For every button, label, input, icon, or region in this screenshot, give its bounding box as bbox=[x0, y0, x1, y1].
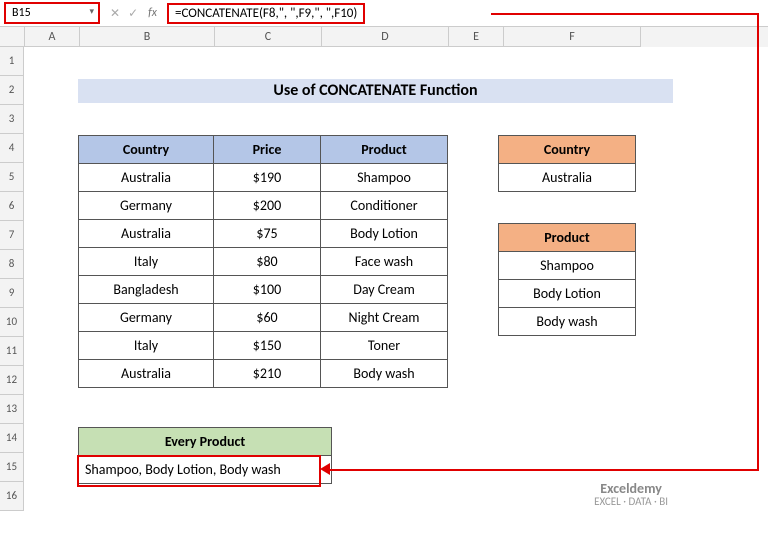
callout-arrow bbox=[491, 13, 759, 15]
row-header[interactable]: 4 bbox=[0, 134, 24, 163]
country-lookup-table: Country Australia bbox=[498, 135, 636, 192]
cancel-icon[interactable]: ✕ bbox=[110, 6, 120, 21]
column-headers: A B C D E F bbox=[0, 27, 768, 47]
row-header[interactable]: 1 bbox=[0, 47, 24, 76]
row-header[interactable]: 9 bbox=[0, 279, 24, 308]
cell[interactable]: Body wash bbox=[321, 360, 448, 388]
row-header[interactable]: 13 bbox=[0, 395, 24, 424]
main-header-country: Country bbox=[79, 136, 214, 164]
cell[interactable]: Toner bbox=[321, 332, 448, 360]
cell[interactable]: Australia bbox=[79, 164, 214, 192]
formula-input[interactable]: =CONCATENATE(F8,", ",F9,", ",F10) bbox=[167, 3, 365, 24]
col-header-e[interactable]: E bbox=[449, 27, 504, 47]
row-header[interactable]: 15 bbox=[0, 453, 24, 482]
product-value[interactable]: Body wash bbox=[499, 308, 636, 336]
main-header-price: Price bbox=[214, 136, 321, 164]
cell[interactable]: Shampoo bbox=[321, 164, 448, 192]
cell[interactable]: Germany bbox=[79, 192, 214, 220]
cell[interactable]: $190 bbox=[214, 164, 321, 192]
row-header[interactable]: 3 bbox=[0, 105, 24, 134]
table-row[interactable]: Australia$190Shampoo bbox=[79, 164, 448, 192]
cell[interactable]: Conditioner bbox=[321, 192, 448, 220]
product-value[interactable]: Shampoo bbox=[499, 252, 636, 280]
row-header[interactable]: 5 bbox=[0, 163, 24, 192]
result-highlight bbox=[77, 455, 321, 487]
result-header: Every Product bbox=[79, 428, 332, 456]
cell[interactable]: Australia bbox=[79, 220, 214, 248]
table-row[interactable]: Bangladesh$100Day Cream bbox=[79, 276, 448, 304]
row-header[interactable]: 7 bbox=[0, 221, 24, 250]
confirm-icon[interactable]: ✓ bbox=[128, 6, 138, 21]
cell[interactable]: Australia bbox=[79, 360, 214, 388]
cell[interactable]: $100 bbox=[214, 276, 321, 304]
country-value[interactable]: Australia bbox=[499, 164, 636, 192]
row-header[interactable]: 16 bbox=[0, 482, 24, 511]
cell[interactable]: $200 bbox=[214, 192, 321, 220]
cell[interactable]: $80 bbox=[214, 248, 321, 276]
col-header-c[interactable]: C bbox=[215, 27, 322, 47]
cell[interactable]: Day Cream bbox=[321, 276, 448, 304]
cell[interactable]: Bangladesh bbox=[79, 276, 214, 304]
row-header[interactable]: 6 bbox=[0, 192, 24, 221]
col-header-f[interactable]: F bbox=[504, 27, 641, 47]
select-all-corner[interactable] bbox=[0, 27, 25, 47]
row-header[interactable]: 2 bbox=[0, 76, 24, 105]
cell[interactable]: Italy bbox=[79, 248, 214, 276]
callout-arrow bbox=[329, 469, 759, 471]
cell[interactable]: $210 bbox=[214, 360, 321, 388]
spreadsheet: A B C D E F 1 2 3 4 5 6 7 8 9 10 11 12 1… bbox=[0, 27, 768, 547]
cell[interactable]: Night Cream bbox=[321, 304, 448, 332]
table-row[interactable]: Italy$150Toner bbox=[79, 332, 448, 360]
col-header-d[interactable]: D bbox=[322, 27, 449, 47]
watermark-tag: EXCEL · DATA · BI bbox=[594, 495, 668, 508]
arrow-head-icon bbox=[320, 463, 330, 475]
cell[interactable]: Italy bbox=[79, 332, 214, 360]
product-header: Product bbox=[499, 224, 636, 252]
callout-arrow bbox=[757, 13, 759, 469]
fx-icon[interactable]: fx bbox=[148, 6, 157, 20]
cell[interactable]: $60 bbox=[214, 304, 321, 332]
cells-area[interactable]: Use of CONCATENATE Function Country Pric… bbox=[24, 47, 768, 547]
cell[interactable]: Body Lotion bbox=[321, 220, 448, 248]
cell[interactable]: $75 bbox=[214, 220, 321, 248]
cell[interactable]: Germany bbox=[79, 304, 214, 332]
country-header: Country bbox=[499, 136, 636, 164]
table-row[interactable]: Italy$80Face wash bbox=[79, 248, 448, 276]
col-header-a[interactable]: A bbox=[25, 27, 80, 47]
formula-bar-buttons: ✕ ✓ bbox=[110, 6, 138, 21]
page-title: Use of CONCATENATE Function bbox=[78, 79, 673, 103]
cell[interactable]: $150 bbox=[214, 332, 321, 360]
cell[interactable]: Face wash bbox=[321, 248, 448, 276]
main-data-table: Country Price Product Australia$190Shamp… bbox=[78, 135, 448, 388]
row-header[interactable]: 8 bbox=[0, 250, 24, 279]
row-header[interactable]: 12 bbox=[0, 366, 24, 395]
row-header[interactable]: 14 bbox=[0, 424, 24, 453]
row-header[interactable]: 11 bbox=[0, 337, 24, 366]
row-headers: 1 2 3 4 5 6 7 8 9 10 11 12 13 14 15 16 bbox=[0, 47, 24, 511]
product-value[interactable]: Body Lotion bbox=[499, 280, 636, 308]
product-lookup-table: Product Shampoo Body Lotion Body wash bbox=[498, 223, 636, 336]
table-row[interactable]: Australia$210Body wash bbox=[79, 360, 448, 388]
table-row[interactable]: Germany$200Conditioner bbox=[79, 192, 448, 220]
name-box[interactable]: B15 bbox=[4, 2, 100, 24]
col-header-b[interactable]: B bbox=[80, 27, 215, 47]
row-header[interactable]: 10 bbox=[0, 308, 24, 337]
main-header-product: Product bbox=[321, 136, 448, 164]
table-row[interactable]: Australia$75Body Lotion bbox=[79, 220, 448, 248]
table-row[interactable]: Germany$60Night Cream bbox=[79, 304, 448, 332]
watermark: Exceldemy EXCEL · DATA · BI bbox=[594, 482, 668, 507]
